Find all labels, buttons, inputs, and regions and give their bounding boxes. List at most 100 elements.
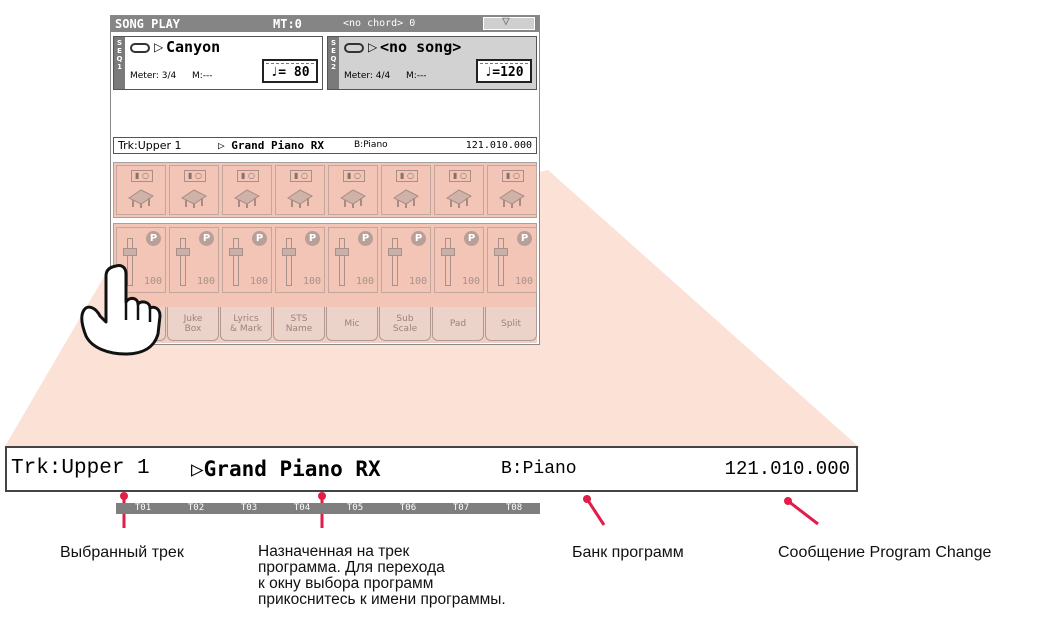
track-label: T04 (293, 503, 311, 513)
program-bank: B:Piano (354, 140, 388, 150)
play-mute-icon: ▮ ○ (343, 170, 365, 182)
play-mute-icon: ▮ ○ (131, 170, 153, 182)
play-badge-icon: P (199, 231, 214, 246)
play-badge-icon: P (358, 231, 373, 246)
play-badge-icon: P (411, 231, 426, 246)
track-sound-cell[interactable]: ▮ ○ (116, 165, 166, 215)
mixer-row: T01 T02 T03 T04 T05 T06 T07 T08 P 100 P 100 P 100 P 10… (113, 223, 540, 514)
track-sound-cell[interactable]: ▮ ○ (169, 165, 219, 215)
seq1-tempo[interactable]: ♩= 80 (262, 59, 318, 83)
track-sound-cell[interactable]: ▮ ○ (487, 165, 537, 215)
pointer-line-pc (787, 499, 819, 526)
play-mute-icon: ▮ ○ (502, 170, 524, 182)
play-mute-icon: ▮ ○ (237, 170, 259, 182)
track-label: T03 (240, 503, 258, 513)
track-volume-slider[interactable]: P 100 (328, 227, 378, 293)
song-play-screen: SONG PLAY MT:0 <no chord> 0 ▽ SEQ1 ▷ Can… (110, 14, 540, 514)
page-tab[interactable]: Split (485, 307, 537, 341)
page-tab[interactable]: Sub Scale (379, 307, 431, 341)
play-triangle-icon: ▷ (154, 40, 164, 54)
volume-value: 100 (514, 276, 533, 287)
track-sound-cell[interactable]: ▮ ○ (434, 165, 484, 215)
pointer-line-bank (585, 498, 606, 526)
play-mute-icon: ▮ ○ (184, 170, 206, 182)
play-badge-icon: P (305, 231, 320, 246)
caption-program: Назначенная на трек программа. Для перех… (258, 543, 506, 608)
track-volume-slider[interactable]: P 100 (381, 227, 431, 293)
page-tab[interactable]: STS Name (273, 307, 325, 341)
track-sounds-row: ▮ ○ ▮ ○ ▮ ○ ▮ ○ ▮ ○ ▮ ○ ▮ ○ ▮ ○ (113, 162, 537, 218)
track-sound-cell[interactable]: ▮ ○ (328, 165, 378, 215)
top-bar: SONG PLAY MT:0 <no chord> 0 ▽ (111, 14, 539, 32)
program-name[interactable]: ▷ Grand Piano RX (218, 138, 324, 153)
track-sound-cell[interactable]: ▮ ○ (381, 165, 431, 215)
zoom-selected-track: Trk:Upper 1 (11, 457, 150, 480)
slider-knob[interactable] (335, 248, 349, 256)
page-tab[interactable]: Mic (326, 307, 378, 341)
volume-value: 100 (302, 276, 321, 287)
piano-icon (287, 189, 313, 208)
slider-knob[interactable] (494, 248, 508, 256)
track-label: T08 (505, 503, 523, 513)
track-sound-cell[interactable]: ▮ ○ (275, 165, 325, 215)
track-label: T05 (346, 503, 364, 513)
pointer-dot-program (318, 492, 326, 500)
slider-track (233, 238, 239, 286)
track-volume-slider[interactable]: P 100 (169, 227, 219, 293)
seq2-tempo[interactable]: ♩=120 (476, 59, 532, 83)
seq1-song-name[interactable]: Canyon (166, 38, 220, 56)
seq2-panel[interactable]: SEQ2 ▷ <no song> Meter: 4/4 M:--- ♩=120 (327, 36, 537, 90)
play-badge-icon: P (252, 231, 267, 246)
track-label: T02 (187, 503, 205, 513)
seq2-measure: M:--- (406, 71, 427, 81)
seq1-panel[interactable]: SEQ1 ▷ Canyon Meter: 3/4 M:--- ♩= 80 (113, 36, 323, 90)
track-volume-slider[interactable]: P 100 (275, 227, 325, 293)
play-badge-icon: P (464, 231, 479, 246)
manual-figure: SONG PLAY MT:0 <no chord> 0 ▽ SEQ1 ▷ Can… (0, 0, 1062, 625)
slider-knob[interactable] (176, 248, 190, 256)
slider-track (392, 238, 398, 286)
track-volume-slider[interactable]: P 100 (434, 227, 484, 293)
page-tab[interactable]: Juke Box (167, 307, 219, 341)
slider-track (445, 238, 451, 286)
volume-value: 100 (408, 276, 427, 287)
disc-icon (130, 43, 150, 53)
play-mute-icon: ▮ ○ (396, 170, 418, 182)
track-labels: T01 T02 T03 T04 T05 T06 T07 T08 (116, 503, 540, 514)
track-volume-slider[interactable]: P 100 (222, 227, 272, 293)
slider-track (498, 238, 504, 286)
seq2-tab: SEQ2 (328, 37, 339, 89)
caption-program-change: Сообщение Program Change (778, 544, 992, 561)
track-sound-cell[interactable]: ▮ ○ (222, 165, 272, 215)
zoom-program-change: 121.010.000 (724, 458, 850, 480)
slider-knob[interactable] (123, 248, 137, 256)
page-tab[interactable]: Lyrics & Mark (220, 307, 272, 341)
page-menu-button[interactable]: ▽ (483, 14, 535, 30)
slider-knob[interactable] (282, 248, 296, 256)
seq2-song-name[interactable]: <no song> (380, 38, 461, 56)
caption-selected-track: Выбранный трек (60, 544, 184, 561)
piano-icon (393, 189, 419, 208)
piano-icon (181, 189, 207, 208)
slider-knob[interactable] (229, 248, 243, 256)
page-tab[interactable]: Pad (432, 307, 484, 341)
piano-icon (340, 189, 366, 208)
caption-bank: Банк программ (572, 544, 684, 561)
pointer-dot-track (120, 492, 128, 500)
seq2-meter: Meter: 4/4 (344, 71, 391, 81)
play-badge-icon: P (517, 231, 532, 246)
piano-icon (499, 189, 525, 208)
volume-value: 100 (196, 276, 215, 287)
slider-knob[interactable] (388, 248, 402, 256)
track-info-bar[interactable]: Trk:Upper 1 ▷ Grand Piano RX B:Piano 121… (113, 137, 537, 154)
page-tabs: VolumeJuke BoxLyrics & MarkSTS NameMicSu… (113, 307, 537, 343)
slider-knob[interactable] (441, 248, 455, 256)
play-badge-icon: P (146, 231, 161, 246)
disc-icon (344, 43, 364, 53)
program-change: 121.010.000 (465, 140, 532, 151)
play-mute-icon: ▮ ○ (449, 170, 471, 182)
slider-track (339, 238, 345, 286)
chord-display: <no chord> 0 (343, 18, 416, 29)
piano-icon (446, 189, 472, 208)
track-volume-slider[interactable]: P 100 (487, 227, 537, 293)
